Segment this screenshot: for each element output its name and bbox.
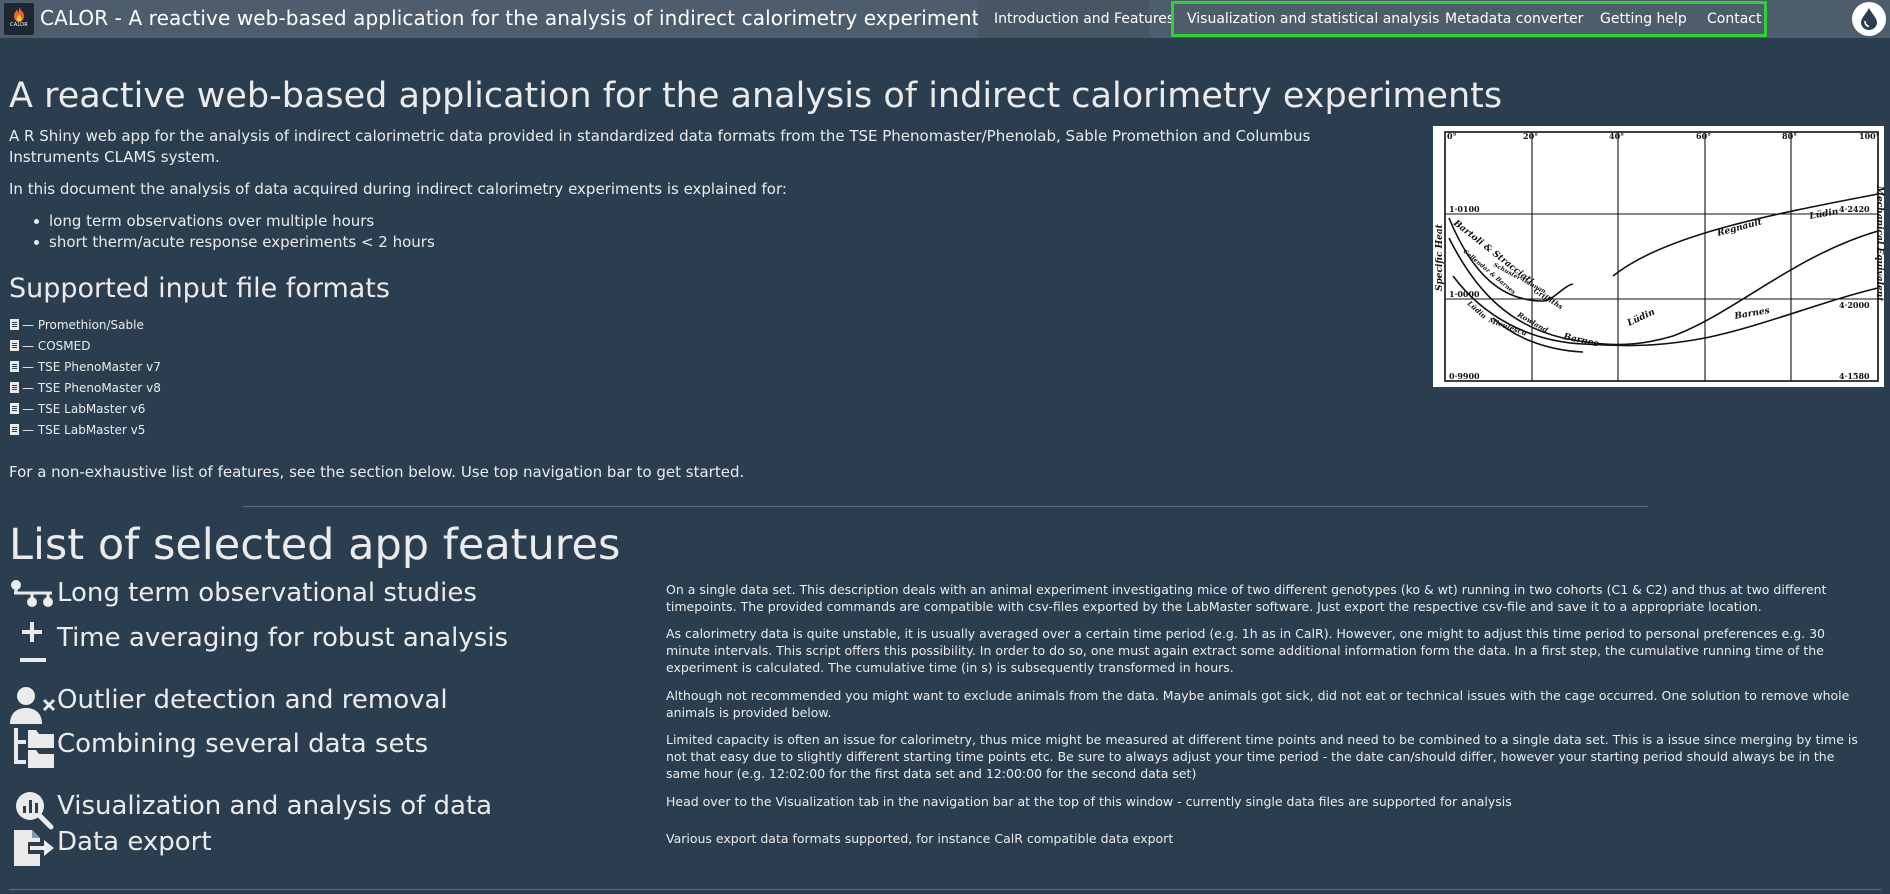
feature-title: Data export — [57, 827, 212, 857]
drop-icon — [1861, 8, 1877, 30]
user-remove-icon — [10, 687, 56, 724]
tick-label: 0° — [1447, 131, 1457, 141]
feature-title: Long term observational studies — [57, 578, 477, 608]
logo-text: CALOR — [10, 22, 28, 28]
feature-description: Various export data formats supported, f… — [666, 831, 1174, 846]
timeline-icon — [11, 580, 53, 607]
format-list: — Promethion/Sable — COSMED — TSE PhenoM… — [10, 314, 161, 440]
feature-description: Although not recommended you might want … — [666, 688, 1850, 720]
axis-label: Specific Heat — [1435, 223, 1445, 291]
format-item: — COSMED — [10, 335, 161, 356]
list-item: long term observations over multiple hou… — [34, 211, 435, 232]
formats-heading: Supported input file formats — [9, 273, 390, 304]
tick-label: 80° — [1782, 131, 1797, 141]
file-export-icon — [14, 830, 54, 866]
features-hint: For a non-exhaustive list of features, s… — [9, 463, 745, 481]
intro-paragraph: A R Shiny web app for the analysis of in… — [9, 127, 1311, 166]
tab-getting-help[interactable]: Getting help — [1600, 0, 1687, 38]
tick-label: 100° — [1859, 131, 1880, 141]
plus-minus-icon — [20, 622, 46, 662]
features-heading: List of selected app features — [9, 520, 621, 570]
tab-visualization-and-statistical-analysis[interactable]: Visualization and statistical analysis — [1187, 0, 1439, 38]
tab-introduction-and-features[interactable]: Introduction and Features — [978, 0, 1174, 38]
feature-title: Combining several data sets — [57, 729, 429, 759]
tab-metadata-converter[interactable]: Metadata converter — [1445, 0, 1583, 38]
tick-label: 4·2420 — [1839, 204, 1870, 214]
intro-explanation: In this document the analysis of data ac… — [9, 180, 787, 198]
page-title: A reactive web-based application for the… — [9, 76, 1503, 116]
feature-description: Head over to the Visualization tab in th… — [666, 794, 1512, 809]
list-item: short therm/acute response experiments <… — [34, 232, 435, 253]
specific-heat-figure: 0° 20° 40° 60° 80° 100° 1·0100 1·0000 0·… — [1433, 126, 1884, 387]
section-divider — [9, 889, 1881, 890]
feature-title: Outlier detection and removal — [57, 685, 448, 715]
file-icon — [10, 424, 19, 435]
theme-toggle-button[interactable] — [1852, 2, 1886, 36]
file-icon — [10, 361, 19, 372]
feature-title: Visualization and analysis of data — [57, 791, 493, 821]
tick-label: 20° — [1523, 131, 1538, 141]
tick-label: 40° — [1609, 131, 1624, 141]
tab-contact[interactable]: Contact — [1707, 0, 1761, 38]
axis-label: Mechanical Equivalent — [1874, 185, 1884, 302]
use-case-list: long term observations over multiple hou… — [34, 211, 435, 253]
feature-description: As calorimetry data is quite unstable, i… — [666, 626, 1825, 675]
file-icon — [10, 382, 19, 393]
magnifier-chart-icon — [16, 792, 54, 830]
file-icon — [10, 403, 19, 414]
format-item: — Promethion/Sable — [10, 314, 161, 335]
feature-description: On a single data set. This description d… — [666, 582, 1827, 614]
feature-description: Limited capacity is often an issue for c… — [666, 732, 1858, 781]
tick-label: 60° — [1696, 131, 1711, 141]
folder-tree-icon — [14, 728, 54, 768]
format-item: — TSE PhenoMaster v8 — [10, 377, 161, 398]
feature-title: Time averaging for robust analysis — [57, 623, 509, 653]
section-divider — [243, 506, 1648, 507]
top-navbar: CALOR CALOR - A reactive web-based appli… — [0, 0, 1890, 38]
format-item: — TSE PhenoMaster v7 — [10, 356, 161, 377]
tick-label: 0·9900 — [1449, 371, 1480, 381]
file-icon — [10, 340, 19, 351]
tick-label: 4·2000 — [1839, 300, 1870, 310]
file-icon — [10, 319, 19, 330]
format-item: — TSE LabMaster v5 — [10, 419, 161, 440]
tick-label: 4·1580 — [1839, 371, 1870, 381]
calor-logo[interactable]: CALOR — [4, 3, 34, 35]
format-item: — TSE LabMaster v6 — [10, 398, 161, 419]
flame-icon — [14, 7, 24, 22]
tick-label: 1·0100 — [1449, 204, 1480, 214]
app-title[interactable]: CALOR - A reactive web-based application… — [40, 6, 990, 30]
